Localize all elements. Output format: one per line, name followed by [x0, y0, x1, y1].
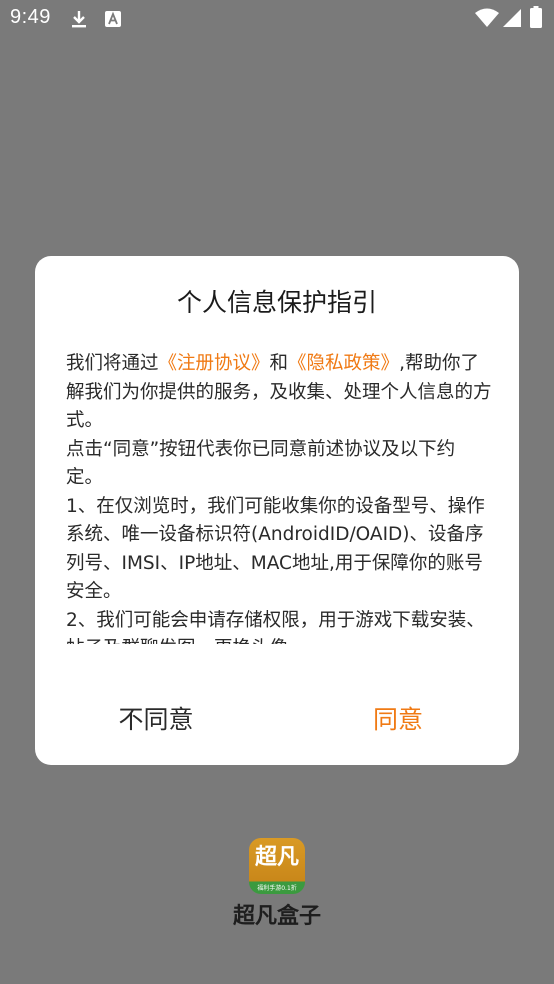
battery-icon — [530, 6, 542, 28]
app-logo-icon: 超凡 福利手游0.1折 — [249, 838, 305, 894]
app-logo-subtext: 福利手游0.1折 — [257, 885, 297, 892]
dialog-title: 个人信息保护指引 — [176, 288, 377, 317]
status-time: 9:49 — [10, 6, 51, 28]
dialog-body[interactable]: 我们将通过《注册协议》和《隐私政策》,帮助你了解我们为你提供的服务，及收集、处理… — [66, 350, 492, 644]
policy-item-2: 2、我们可能会申请存储权限，用于游戏下载安装、帖子及群聊发图、更换头像。 — [66, 609, 485, 645]
signal-icon — [503, 9, 521, 27]
text-notification-icon — [105, 11, 121, 27]
and-word: 和 — [269, 353, 289, 374]
status-bar: 9:49 — [0, 0, 554, 36]
intro-paragraph: 我们将通过《注册协议》和《隐私政策》,帮助你了解我们为你提供的服务，及收集、处理… — [66, 350, 492, 436]
agree-button[interactable]: 同意 — [338, 700, 458, 740]
disagree-button[interactable]: 不同意 — [96, 700, 216, 740]
register-agreement-link[interactable]: 《注册协议》 — [159, 353, 270, 374]
app-logo-text: 超凡 — [254, 845, 299, 870]
agree-paragraph: 点击“同意”按钮代表你已同意前述协议及以下约定。 — [66, 438, 456, 489]
privacy-policy-link[interactable]: 《隐私政策》 — [288, 353, 399, 374]
wifi-icon — [475, 8, 499, 27]
download-icon — [72, 11, 86, 28]
app-name: 超凡盒子 — [232, 904, 321, 929]
intro-prefix: 我们将通过 — [66, 353, 159, 374]
policy-item-1: 1、在仅浏览时，我们可能收集你的设备型号、操作系统、唯一设备标识符(Androi… — [66, 495, 485, 603]
